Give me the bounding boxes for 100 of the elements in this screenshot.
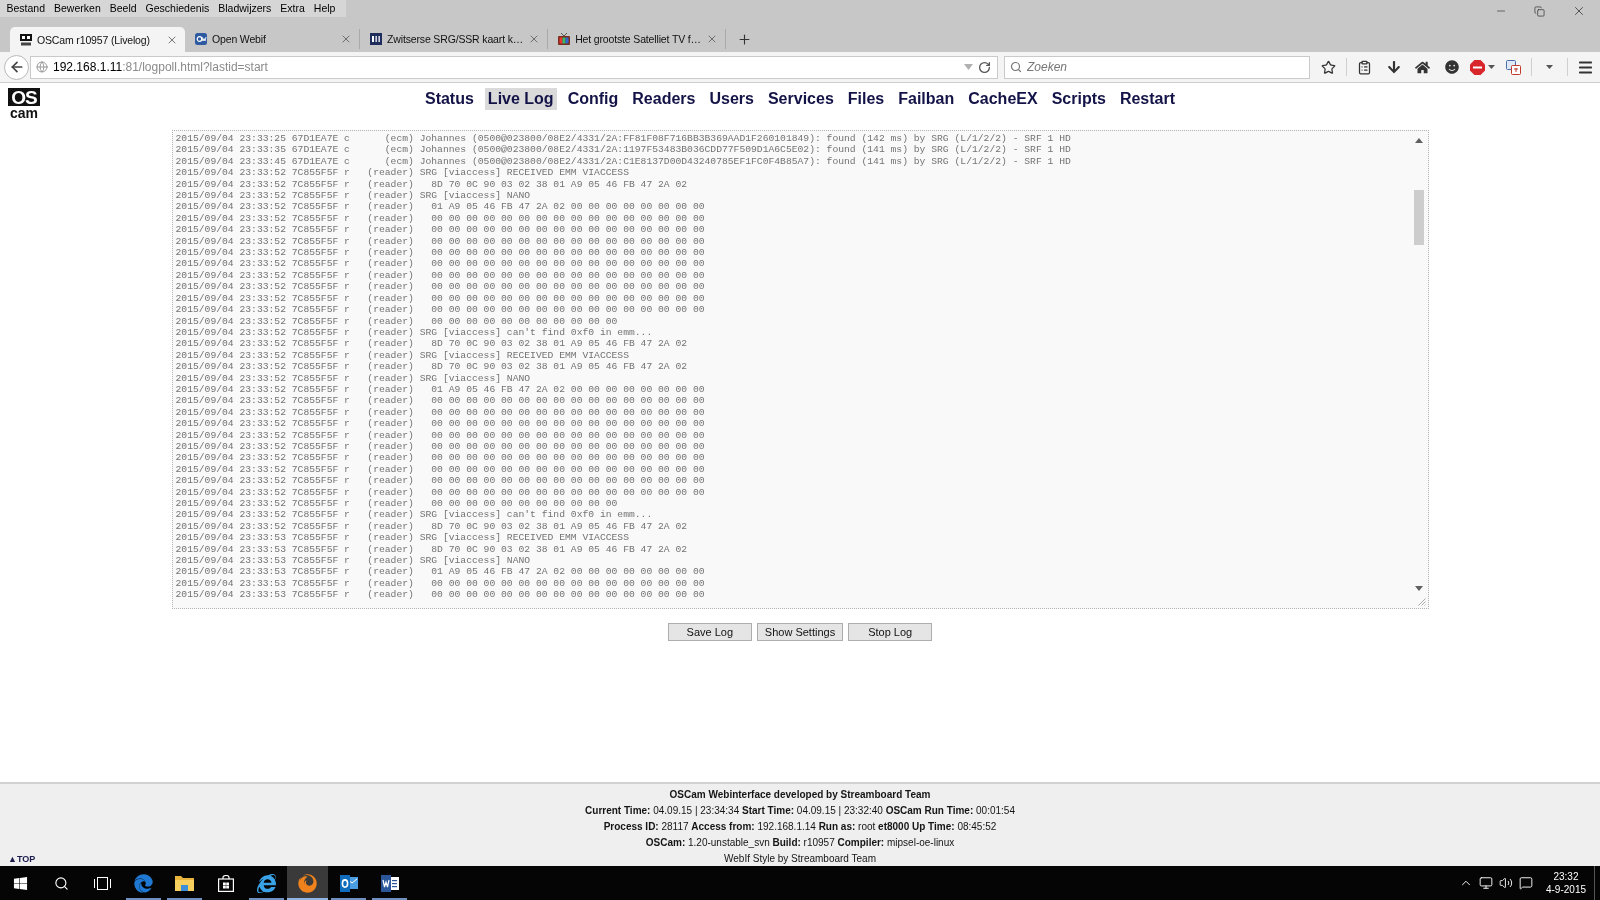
speech-bubble-icon (1518, 876, 1533, 890)
log-line: 2015/09/04 23:33:53 7C855F5F r (reader) 00 00 00 00 00 00 00 00 00 00 00 00 00 00 00 00 (175, 589, 705, 601)
tab-title: Open Webif (212, 33, 267, 45)
log-line: 2015/09/04 23:33:52 7C855F5F r (reader) 00 00 00 00 00 00 00 00 00 00 00 00 00 00 00 00 (175, 304, 705, 316)
restore-icon (1534, 5, 1545, 17)
menu-item[interactable]: Help (309, 0, 340, 17)
log-line: 2015/09/04 23:33:52 7C855F5F r (reader) 00 00 00 00 00 00 00 00 00 00 00 00 00 00 00 00 (175, 429, 705, 441)
nav-link[interactable]: Scripts (1048, 88, 1109, 110)
log-line: 2015/09/04 23:33:52 7C855F5F r (reader) 00 00 00 00 00 00 00 00 00 00 00 00 00 00 00 00 (175, 247, 705, 259)
log-line: 2015/09/04 23:33:52 7C855F5F r (reader) 00 00 00 00 00 00 00 00 00 00 00 00 00 00 00 00 (175, 475, 705, 487)
address-text: 192.168.1.11:81/logpoll.html?lastid=start (53, 60, 269, 74)
nav-link[interactable]: Status (421, 88, 477, 110)
scroll-up-icon (1415, 138, 1423, 143)
smiley-icon (1444, 60, 1459, 74)
log-line: 2015/09/04 23:33:52 7C855F5F r (reader) 00 00 00 00 00 00 00 00 00 00 00 00 00 00 00 00 (175, 463, 705, 476)
nav-link[interactable]: Files (844, 88, 888, 110)
log-line: 2015/09/04 23:33:52 7C855F5F r (reader) 00 00 00 00 00 00 00 00 00 00 00 (175, 315, 618, 327)
log-line: 2015/09/04 23:33:52 7C855F5F r (reader) 00 00 00 00 00 00 00 00 00 00 00 00 00 00 00 00 (175, 224, 705, 236)
menu-item[interactable]: Geschiedenis (141, 0, 214, 17)
logo-mark: OS (8, 88, 40, 106)
log-line: 2015/09/04 23:33:52 7C855F5F r (reader) 01 A9 05 46 FB 47 2A 02 00 00 00 00 00 00 00 00 (175, 383, 705, 396)
footer-title: OSCam Webinterface developed by Streamboard Team (669, 788, 931, 802)
nav-link[interactable]: Services (764, 88, 837, 110)
log-line: 2015/09/04 23:33:52 7C855F5F r (reader) 00 00 00 00 00 00 00 00 00 00 00 00 00 00 00 00 (175, 235, 705, 248)
four-panes-icon (13, 875, 28, 891)
overlapping-pages-icon (1506, 59, 1521, 75)
nav-link[interactable]: Readers (629, 88, 699, 110)
address-field[interactable]: 192.168.1.11:81/logpoll.html?lastid=start (30, 55, 998, 79)
tab-title: Zwitserse SRG/SSR kaart k… (387, 33, 524, 45)
log-line: 2015/09/04 23:33:52 7C855F5F r (reader) 01 A9 05 46 FB 47 2A 02 00 00 00 00 00 00 00 00 (175, 201, 705, 213)
log-line: 2015/09/04 23:33:52 7C855F5F r (reader) 00 00 00 00 00 00 00 00 00 00 00 00 00 00 00 00 (175, 452, 705, 464)
wave-logo-icon (134, 873, 153, 893)
log-line: 2015/09/04 23:33:52 7C855F5F r (reader) 00 00 00 00 00 00 00 00 00 00 00 00 00 00 00 00 (175, 406, 705, 419)
log-line: 2015/09/04 23:33:52 7C855F5F r (reader) 00 00 00 00 00 00 00 00 00 00 00 00 00 00 00 00 (175, 486, 705, 498)
monitor-icon (1478, 876, 1493, 890)
nav-link[interactable]: Users (706, 88, 757, 110)
log-line: 2015/09/04 23:33:52 7C855F5F r (reader) 00 00 00 00 00 00 00 00 00 00 00 00 00 00 00 00 (175, 258, 705, 270)
speaker-icon (1498, 876, 1513, 890)
log-line: 2015/09/04 23:33:52 7C855F5F r (reader) 8D 70 0C 90 03 02 38 01 A9 05 46 FB 47 2A 02 (175, 361, 688, 373)
log-line: 2015/09/04 23:33:53 7C855F5F r (reader) 01 A9 05 46 FB 47 2A 02 00 00 00 00 00 00 00 00 (175, 566, 705, 578)
log-line: 2015/09/04 23:33:52 7C855F5F r (reader) 00 00 00 00 00 00 00 00 00 00 00 00 00 00 00 00 (175, 292, 705, 305)
log-line: 2015/09/04 23:33:52 7C855F5F r (reader) 8D 70 0C 90 03 02 38 01 A9 05 46 FB 47 2A 02 (175, 178, 688, 191)
log-line: 2015/09/04 23:33:25 67D1EA7E c (ecm) Johannes (0500@023800/08E2/4331/2A:FF81F08F716BB3B369AAD1F260101849): found (142 ms) by SRG (L/1/2/2) - SRF 1 HD (175, 133, 1071, 145)
clock-date: 4-9-2015 (1545, 883, 1586, 896)
menu-item[interactable]: Extra (275, 0, 310, 17)
search-icon (54, 875, 69, 891)
caret-icon (964, 64, 973, 70)
tab-title: Het grootste Satelliet TV f… (575, 33, 701, 45)
search-field[interactable]: Zoeken (1004, 55, 1310, 79)
logo-tile-icon (20, 33, 32, 46)
back-button[interactable] (4, 54, 29, 80)
resize-grip-icon (1417, 598, 1426, 606)
log-line: 2015/09/04 23:33:52 7C855F5F r (reader) 00 00 00 00 00 00 00 00 00 00 00 00 00 00 00 00 (175, 269, 705, 282)
log-line: 2015/09/04 23:33:52 7C855F5F r (reader) SRG [viaccess] RECEIVED EMM VIACCESS (175, 349, 629, 362)
mail-tile-icon (339, 874, 358, 892)
log-line: 2015/09/04 23:33:53 7C855F5F r (reader) SRG [viaccess] NANO (175, 555, 531, 567)
browser-tab[interactable]: Open Webif (185, 29, 360, 49)
download-icon (1386, 60, 1401, 74)
document-tile-icon (380, 874, 399, 892)
footer-info: Current Time: 04.09.15 | 23:34:34 Start Time: 04.09.15 | 23:32:40 OSCam Run Time: 00:01:54 (585, 804, 1015, 818)
close-icon[interactable] (340, 33, 352, 45)
star-icon (1321, 59, 1336, 75)
log-line: 2015/09/04 23:33:52 7C855F5F r (reader) 00 00 00 00 00 00 00 00 00 00 00 00 00 00 00 00 (175, 395, 705, 407)
footer-credit: WebIf Style by Streamboard Team (724, 852, 876, 866)
search-icon (1010, 60, 1022, 73)
tv-icon (558, 33, 571, 45)
log-line: 2015/09/04 23:33:35 67D1EA7E c (ecm) Johannes (0500@023800/08E2/4331/2A:1197F53483B036CDD77F509D1A6C5E02): found (141 ms) by SRG (L/1/2/2) - SRF 1 HD (175, 144, 1071, 156)
rounded-tile-icon (195, 33, 207, 45)
swirl-logo-icon (298, 873, 317, 893)
reload-icon[interactable] (978, 60, 991, 74)
log-action-button[interactable]: Show Settings (756, 623, 844, 641)
nav-link[interactable]: CacheEX (965, 88, 1041, 110)
footer-info: OSCam: 1.20-unstable_svn Build: r10957 Compiler: mipsel-oe-linux (645, 836, 955, 850)
plus-icon (737, 31, 753, 47)
log-line: 2015/09/04 23:33:52 7C855F5F r (reader) SRG [viaccess] NANO (175, 372, 531, 384)
log-line: 2015/09/04 23:33:53 7C855F5F r (reader) SRG [viaccess] RECEIVED EMM VIACCESS (175, 532, 629, 544)
menu-item[interactable]: Beeld (105, 0, 142, 17)
log-action-button[interactable]: Save Log (667, 623, 752, 641)
caret-icon (1546, 65, 1553, 69)
log-action-button[interactable]: Stop Log (848, 623, 933, 641)
nav-link[interactable]: Failban (895, 88, 958, 110)
log-line: 2015/09/04 23:33:52 7C855F5F r (reader) 00 00 00 00 00 00 00 00 00 00 00 00 00 00 00 00 (175, 418, 705, 430)
globe-icon (36, 61, 48, 73)
browser-tab[interactable]: OSCam r10957 (Livelog) (10, 27, 185, 52)
octagon-icon (1470, 59, 1485, 75)
menu-item[interactable]: Bestand (2, 0, 50, 17)
log-line: 2015/09/04 23:33:52 7C855F5F r (reader) 00 00 00 00 00 00 00 00 00 00 00 (175, 498, 618, 510)
nav-link[interactable]: Restart (1116, 88, 1179, 110)
scrollbar-thumb[interactable] (1414, 190, 1424, 245)
log-line: 2015/09/04 23:33:52 7C855F5F r (reader) 00 00 00 00 00 00 00 00 00 00 00 00 00 00 00 00 (175, 212, 705, 225)
nav-link[interactable]: Live Log (484, 88, 557, 110)
log-line: 2015/09/04 23:33:52 7C855F5F r (reader) SRG [viaccess] can't find 0xf0 in emm... (175, 326, 653, 339)
menu-item[interactable]: Bewerken (49, 0, 106, 17)
browser-tab[interactable]: Zwitserse SRG/SSR kaart k… (360, 29, 549, 49)
log-line: 2015/09/04 23:33:52 7C855F5F r (reader) SRG [viaccess] NANO (175, 190, 531, 202)
nav-link[interactable]: Config (564, 88, 622, 110)
browser-tab[interactable]: Het grootste Satelliet TV f… (548, 29, 726, 49)
menu-item[interactable]: Bladwijzers (213, 0, 276, 17)
shopping-bag-icon (217, 874, 234, 892)
top-link[interactable]: ▲TOP (8, 851, 36, 867)
